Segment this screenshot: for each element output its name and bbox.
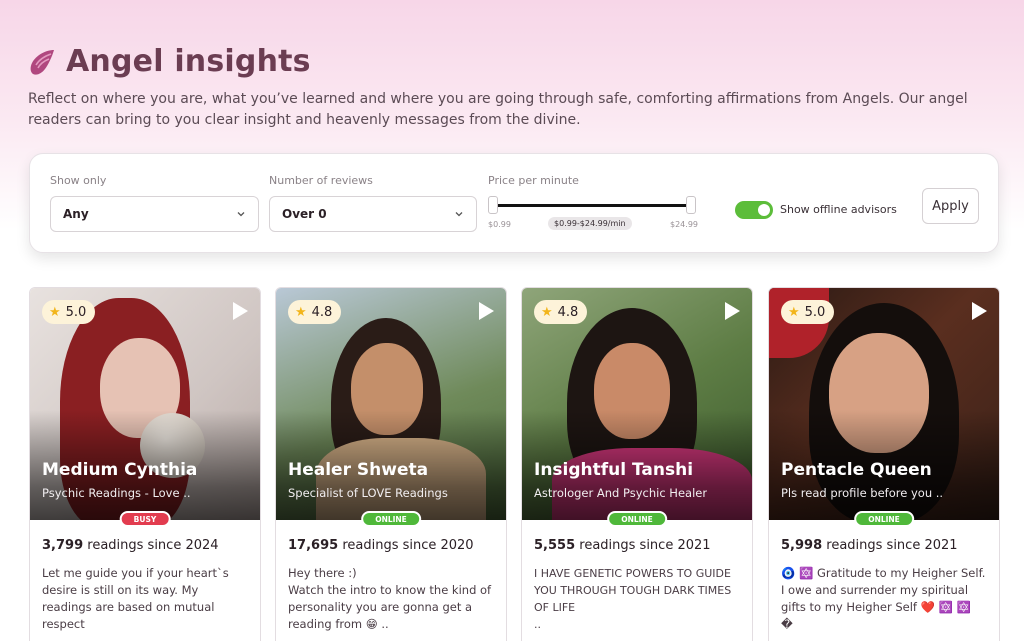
price-range-badge: $0.99-$24.99/min: [548, 217, 632, 230]
play-video-icon[interactable]: [479, 302, 494, 320]
price-slider-track[interactable]: [494, 204, 692, 207]
advisor-bio: I HAVE GENETIC POWERS TO GUIDE YOU THROU…: [534, 567, 732, 631]
reviews-label: Number of reviews: [269, 174, 373, 187]
advisor-bio: 🧿 🔯 Gratitude to my Heigher Self. I owe …: [781, 566, 986, 631]
filter-panel: Show only Any Number of reviews Over 0 P…: [29, 153, 999, 253]
title-row: Angel insights: [28, 44, 998, 79]
advisor-photo[interactable]: ★ 5.0 Medium Cynthia Psychic Readings - …: [30, 288, 260, 520]
star-icon: ★: [295, 304, 307, 320]
advisor-card[interactable]: ★ 5.0 Medium Cynthia Psychic Readings - …: [29, 287, 261, 641]
star-icon: ★: [788, 304, 800, 320]
play-video-icon[interactable]: [233, 302, 248, 320]
page-description: Reflect on where you are, what you’ve le…: [28, 91, 968, 128]
rating-value: 5.0: [65, 304, 87, 320]
readings-count: 17,695 readings since 2020: [288, 538, 474, 553]
offline-advisors-label: Show offline advisors: [780, 203, 897, 216]
angel-wing-icon: [30, 49, 54, 75]
page-title: Angel insights: [66, 44, 311, 79]
reviews-value: Over 0: [282, 207, 327, 221]
advisor-photo[interactable]: ★ 5.0 Pentacle Queen Pls read profile be…: [769, 288, 999, 520]
status-badge: ONLINE: [361, 511, 421, 527]
star-icon: ★: [49, 304, 61, 320]
price-slider-min-handle[interactable]: [488, 196, 498, 214]
price-label: Price per minute: [488, 174, 579, 187]
apply-button[interactable]: Apply: [922, 188, 979, 224]
advisor-name: Insightful Tanshi: [534, 460, 694, 480]
star-icon: ★: [541, 304, 553, 320]
advisor-photo[interactable]: ★ 4.8 Healer Shweta Specialist of LOVE R…: [276, 288, 506, 520]
advisor-specialty: Astrologer And Psychic Healer: [534, 486, 708, 500]
show-only-select[interactable]: Any: [50, 196, 259, 232]
readings-count: 5,555 readings since 2021: [534, 538, 711, 553]
price-max-label: $24.99: [670, 220, 698, 229]
advisor-card[interactable]: ★ 5.0 Pentacle Queen Pls read profile be…: [768, 287, 1000, 641]
advisor-name: Pentacle Queen: [781, 460, 932, 480]
readings-count: 5,998 readings since 2021: [781, 538, 958, 553]
reviews-select[interactable]: Over 0: [269, 196, 477, 232]
advisor-card[interactable]: ★ 4.8 Insightful Tanshi Astrologer And P…: [521, 287, 753, 641]
advisor-specialty: Specialist of LOVE Readings: [288, 486, 448, 500]
page-header: Angel insights Reflect on where you are,…: [28, 44, 998, 131]
advisor-card[interactable]: ★ 4.8 Healer Shweta Specialist of LOVE R…: [275, 287, 507, 641]
play-video-icon[interactable]: [972, 302, 987, 320]
advisor-bio: Let me guide you if your heart`s desire …: [42, 566, 229, 631]
advisor-grid: ★ 5.0 Medium Cynthia Psychic Readings - …: [29, 287, 1001, 641]
advisor-specialty: Psychic Readings - Love ..: [42, 486, 191, 500]
readings-count: 3,799 readings since 2024: [42, 538, 219, 553]
chevron-down-icon: [237, 212, 245, 217]
price-min-label: $0.99: [488, 220, 511, 229]
advisor-specialty: Pls read profile before you ..: [781, 486, 944, 500]
status-badge: ONLINE: [607, 511, 667, 527]
rating-value: 4.8: [311, 304, 333, 320]
advisor-name: Medium Cynthia: [42, 460, 198, 480]
rating-badge: ★ 5.0: [42, 300, 96, 324]
rating-badge: ★ 5.0: [781, 300, 835, 324]
show-only-label: Show only: [50, 174, 107, 187]
rating-value: 4.8: [557, 304, 579, 320]
rating-badge: ★ 4.8: [534, 300, 588, 324]
play-video-icon[interactable]: [725, 302, 740, 320]
rating-value: 5.0: [804, 304, 826, 320]
price-slider-max-handle[interactable]: [686, 196, 696, 214]
offline-advisors-toggle[interactable]: [735, 201, 773, 219]
advisor-bio: Hey there :) Watch the intro to know the…: [288, 566, 492, 631]
rating-badge: ★ 4.8: [288, 300, 342, 324]
advisor-photo[interactable]: ★ 4.8 Insightful Tanshi Astrologer And P…: [522, 288, 752, 520]
status-badge: BUSY: [119, 511, 171, 527]
status-badge: ONLINE: [854, 511, 914, 527]
chevron-down-icon: [455, 212, 463, 217]
advisor-name: Healer Shweta: [288, 460, 429, 480]
show-only-value: Any: [63, 207, 89, 221]
